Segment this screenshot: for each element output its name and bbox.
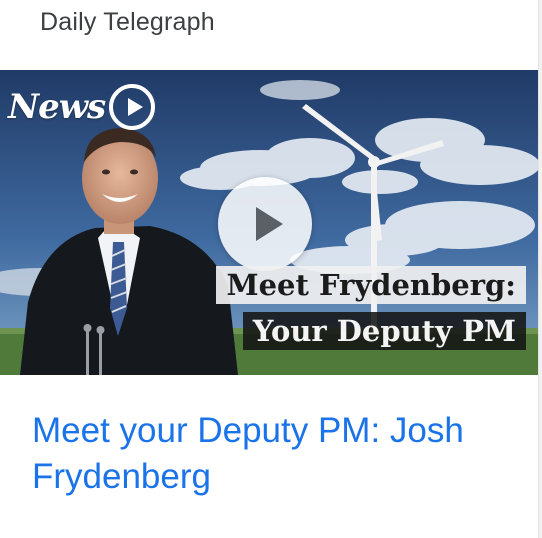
- video-thumbnail[interactable]: News Meet Frydenberg: Your Deputy PM: [0, 70, 538, 375]
- play-button[interactable]: [218, 177, 312, 271]
- source-label: Daily Telegraph: [40, 8, 215, 36]
- card-divider: [538, 0, 542, 538]
- caption-line-1: Meet Frydenberg:: [216, 266, 526, 304]
- play-circle-icon: [109, 84, 156, 130]
- headline-link[interactable]: Meet your Deputy PM: Josh Frydenberg: [32, 408, 522, 500]
- news-brand-logo: News: [8, 80, 156, 134]
- caption-line-2: Your Deputy PM: [242, 312, 526, 350]
- news-card[interactable]: Daily Telegraph News Meet Frydenberg: Yo…: [0, 0, 538, 538]
- brand-wordmark: News: [8, 87, 106, 127]
